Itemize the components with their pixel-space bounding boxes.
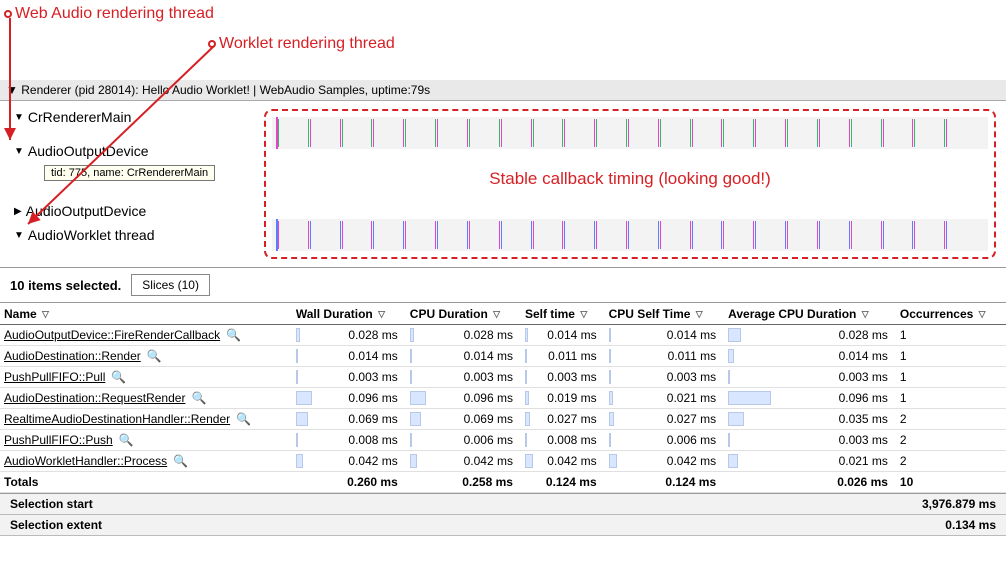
col-wall[interactable]: Wall Duration ▽ <box>292 303 406 325</box>
tracks-viewport: ▼ CrRendererMain ▼ AudioOutputDevice tid… <box>0 101 1006 267</box>
selection-extent-label: Selection extent <box>10 518 102 532</box>
track-item-crrenderer[interactable]: ▼ CrRendererMain <box>0 105 260 129</box>
process-title: Renderer (pid 28014): Hello Audio Workle… <box>21 83 430 97</box>
annotation-stable: Stable callback timing (looking good!) <box>266 169 994 189</box>
table-row[interactable]: AudioDestination::Render🔍0.014 ms0.014 m… <box>0 346 1006 367</box>
magnify-icon[interactable]: 🔍 <box>111 370 126 384</box>
slice-name-link[interactable]: PushPullFIFO::Pull <box>4 370 105 384</box>
col-avgcpu[interactable]: Average CPU Duration ▽ <box>724 303 896 325</box>
col-self[interactable]: Self time ▽ <box>521 303 605 325</box>
magnify-icon[interactable]: 🔍 <box>147 349 162 363</box>
selection-extent-value: 0.134 ms <box>945 518 996 532</box>
magnify-icon[interactable]: 🔍 <box>236 412 251 426</box>
selection-bar: 10 items selected. Slices (10) <box>0 267 1006 302</box>
trace-lane-lower[interactable] <box>272 219 988 251</box>
slice-name-link[interactable]: RealtimeAudioDestinationHandler::Render <box>4 412 230 426</box>
table-row[interactable]: PushPullFIFO::Push🔍0.008 ms0.006 ms0.008… <box>0 430 1006 451</box>
chevron-down-icon: ▼ <box>14 230 24 241</box>
slices-tab-button[interactable]: Slices (10) <box>131 274 210 296</box>
slice-name-link[interactable]: AudioDestination::Render <box>4 349 141 363</box>
process-header: ▼ Renderer (pid 28014): Hello Audio Work… <box>0 80 1006 101</box>
timeline[interactable]: Stable callback timing (looking good!) <box>260 101 1006 267</box>
totals-row: Totals0.260 ms0.258 ms0.124 ms0.124 ms0.… <box>0 472 1006 493</box>
magnify-icon[interactable]: 🔍 <box>226 328 241 342</box>
chevron-right-icon: ▶ <box>14 206 22 217</box>
col-name[interactable]: Name ▽ <box>0 303 292 325</box>
trace-lane-upper[interactable] <box>272 117 988 149</box>
magnify-icon[interactable]: 🔍 <box>119 433 134 447</box>
chevron-down-icon: ▼ <box>14 112 24 123</box>
stable-callback-region: Stable callback timing (looking good!) <box>264 109 996 259</box>
table-row[interactable]: RealtimeAudioDestinationHandler::Render 🔍… <box>0 409 1006 430</box>
track-item-audiooutput1[interactable]: ▼ AudioOutputDevice <box>0 139 260 163</box>
slice-name-link[interactable]: AudioDestination::RequestRender <box>4 391 185 405</box>
selection-start-value: 3,976.879 ms <box>922 497 996 511</box>
track-item-audiooutput2[interactable]: ▶ AudioOutputDevice <box>0 199 260 223</box>
slice-name-link[interactable]: PushPullFIFO::Push <box>4 433 113 447</box>
tooltip: tid: 775, name: CrRendererMain <box>44 165 215 181</box>
slice-name-link[interactable]: AudioOutputDevice::FireRenderCallback <box>4 328 220 342</box>
table-row[interactable]: AudioDestination::RequestRender🔍0.096 ms… <box>0 388 1006 409</box>
col-occ[interactable]: Occurrences ▽ <box>896 303 1006 325</box>
chevron-down-icon[interactable]: ▼ <box>6 83 18 97</box>
table-row[interactable]: AudioOutputDevice::FireRenderCallback🔍0.… <box>0 325 1006 346</box>
slice-name-link[interactable]: AudioWorkletHandler::Process <box>4 454 167 468</box>
tracks-sidebar: ▼ CrRendererMain ▼ AudioOutputDevice tid… <box>0 101 260 267</box>
magnify-icon[interactable]: 🔍 <box>191 391 206 405</box>
slices-table: Name ▽ Wall Duration ▽ CPU Duration ▽ Se… <box>0 302 1006 493</box>
selection-start-label: Selection start <box>10 497 93 511</box>
table-row[interactable]: AudioWorkletHandler::Process🔍0.042 ms0.0… <box>0 451 1006 472</box>
selection-footer: Selection start 3,976.879 ms Selection e… <box>0 493 1006 536</box>
col-cpu[interactable]: CPU Duration ▽ <box>406 303 521 325</box>
track-item-audioworklet[interactable]: ▼ AudioWorklet thread <box>0 223 260 247</box>
col-cpuself[interactable]: CPU Self Time ▽ <box>605 303 724 325</box>
table-row[interactable]: PushPullFIFO::Pull🔍0.003 ms0.003 ms0.003… <box>0 367 1006 388</box>
chevron-down-icon: ▼ <box>14 146 24 157</box>
items-selected-label: 10 items selected. <box>10 278 121 293</box>
magnify-icon[interactable]: 🔍 <box>173 454 188 468</box>
